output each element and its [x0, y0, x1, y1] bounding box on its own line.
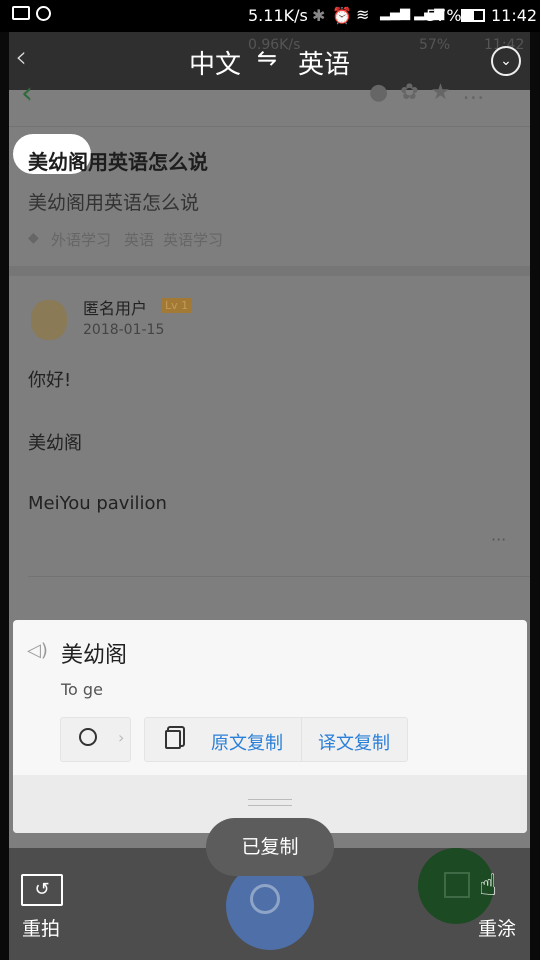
translated-text: To ge: [61, 680, 103, 699]
search-icon: [250, 884, 280, 914]
page-back-icon: ‹: [21, 76, 33, 111]
chevron-right-icon: ›: [118, 728, 125, 747]
tag: 英语: [124, 231, 155, 249]
tag: 外语学习: [51, 231, 112, 249]
clock: 11:42: [491, 6, 538, 25]
more-icon: [36, 6, 51, 21]
drag-handle-icon[interactable]: [248, 799, 292, 806]
answer-line: 你好!: [28, 370, 72, 391]
copy-group: 原文复制 译文复制: [144, 717, 408, 762]
answer-line: MeiYou pavilion: [28, 493, 167, 514]
retake-icon[interactable]: ↺: [21, 874, 63, 906]
search-icon: [79, 728, 97, 746]
battery-percent: 57%: [426, 6, 462, 25]
user-name: 匿名用户: [83, 299, 148, 318]
network-speed: 5.11K/s: [248, 6, 308, 25]
status-bar: 5.11K/s ✱ ⏰ ≋ ▂▄▆ ▂▄▆ 57% 11:42: [0, 0, 540, 32]
copy-source-button[interactable]: 原文复制: [211, 729, 283, 755]
retake-button[interactable]: 重拍: [22, 914, 60, 941]
answer-line: 美幼阁: [28, 433, 82, 454]
toast-text: 已复制: [241, 836, 299, 858]
answer-date: 2018-01-15: [83, 322, 165, 338]
avatar: [31, 300, 67, 340]
search-button[interactable]: ›: [60, 717, 131, 762]
source-language[interactable]: 中文: [189, 44, 241, 81]
back-icon[interactable]: ‹: [15, 40, 27, 75]
copy-translation-button[interactable]: 译文复制: [318, 729, 390, 755]
source-text: 美幼阁: [61, 643, 128, 668]
more-icon: ···: [491, 530, 507, 549]
hand-pointer-icon[interactable]: ☝: [479, 868, 497, 903]
edit-icon: [444, 872, 470, 898]
target-language[interactable]: 英语: [298, 44, 350, 81]
alarm-icon: ⏰: [332, 6, 352, 25]
toast: 已复制: [206, 818, 334, 876]
copy-icon: [165, 730, 181, 749]
speaker-icon[interactable]: ◁): [27, 640, 48, 661]
bluetooth-icon: ✱: [312, 6, 326, 25]
wifi-icon: ≋: [356, 5, 370, 24]
swap-language-icon[interactable]: ⇋: [257, 44, 277, 72]
ghost-battery: 57%: [419, 37, 451, 53]
tag: 英语学习: [163, 231, 224, 249]
level-badge: Lv 1: [161, 298, 193, 313]
battery-icon: [461, 9, 485, 22]
share-favorite-icons: ●✿★…: [369, 80, 497, 105]
tag-icon: ◆: [28, 230, 39, 246]
translation-card: ◁) 美幼阁 To ge › 原文复制 译文复制: [13, 620, 527, 833]
image-icon: [12, 6, 30, 20]
chevron-down-icon[interactable]: ⌄: [491, 46, 521, 76]
repaint-button[interactable]: 重涂: [478, 914, 516, 941]
question-subtitle: 美幼阁用英语怎么说: [28, 192, 200, 214]
question-title: 美幼阁用英语怎么说: [28, 150, 208, 174]
